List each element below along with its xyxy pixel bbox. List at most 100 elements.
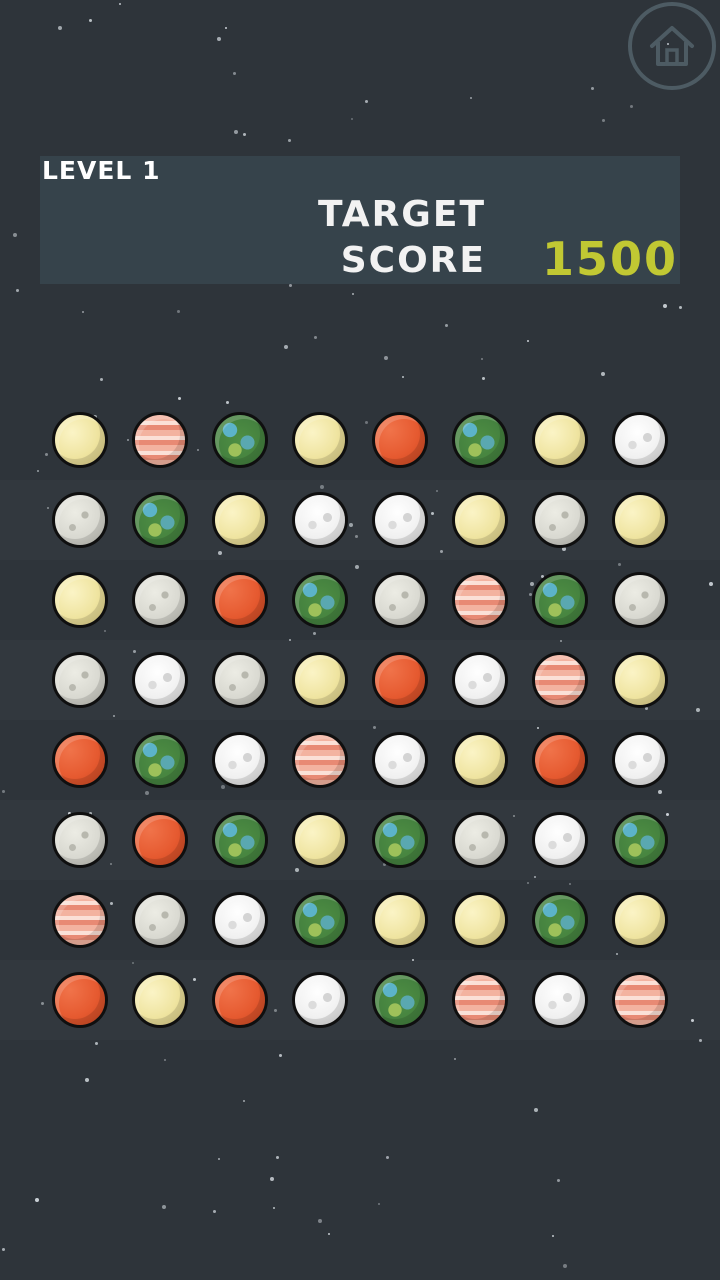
star <box>454 1058 456 1060</box>
ice-planet-icon[interactable] <box>532 972 588 1028</box>
star <box>534 1108 538 1112</box>
star <box>402 376 404 378</box>
star <box>557 1179 560 1182</box>
star <box>378 1203 380 1205</box>
ice-planet-icon[interactable] <box>292 492 348 548</box>
star <box>279 1054 282 1057</box>
sand-planet-icon[interactable] <box>292 812 348 868</box>
sand-planet-icon[interactable] <box>52 572 108 628</box>
ice-planet-icon[interactable] <box>532 812 588 868</box>
mars-planet-icon[interactable] <box>52 732 108 788</box>
sand-planet-icon[interactable] <box>452 492 508 548</box>
sand-planet-icon[interactable] <box>452 732 508 788</box>
ice-planet-icon[interactable] <box>452 652 508 708</box>
sand-planet-icon[interactable] <box>372 892 428 948</box>
gas-giant-planet-icon[interactable] <box>452 572 508 628</box>
board-row <box>0 880 720 960</box>
earth-planet-icon[interactable] <box>532 892 588 948</box>
gas-giant-planet-icon[interactable] <box>452 972 508 1028</box>
gray-moon-icon[interactable] <box>52 812 108 868</box>
star <box>630 105 633 108</box>
gas-giant-planet-icon[interactable] <box>52 892 108 948</box>
board-row <box>0 960 720 1040</box>
earth-planet-icon[interactable] <box>452 412 508 468</box>
star <box>352 293 354 295</box>
earth-planet-icon[interactable] <box>612 812 668 868</box>
sand-planet-icon[interactable] <box>292 652 348 708</box>
star <box>225 27 227 29</box>
star <box>552 1235 554 1237</box>
sand-planet-icon[interactable] <box>612 652 668 708</box>
earth-planet-icon[interactable] <box>292 572 348 628</box>
earth-planet-icon[interactable] <box>212 412 268 468</box>
gray-moon-icon[interactable] <box>52 652 108 708</box>
gas-giant-planet-icon[interactable] <box>292 732 348 788</box>
earth-planet-icon[interactable] <box>372 972 428 1028</box>
mars-planet-icon[interactable] <box>212 572 268 628</box>
mars-planet-icon[interactable] <box>532 732 588 788</box>
gray-moon-icon[interactable] <box>372 572 428 628</box>
target-score-label: TARGET SCORE <box>317 194 486 281</box>
sand-planet-icon[interactable] <box>52 412 108 468</box>
board-row <box>0 480 720 560</box>
earth-planet-icon[interactable] <box>372 812 428 868</box>
sand-planet-icon[interactable] <box>212 492 268 548</box>
star <box>276 1156 279 1159</box>
mars-planet-icon[interactable] <box>132 812 188 868</box>
star <box>563 1264 567 1268</box>
home-button[interactable] <box>628 2 716 90</box>
mars-planet-icon[interactable] <box>372 412 428 468</box>
mars-planet-icon[interactable] <box>52 972 108 1028</box>
star <box>82 311 84 313</box>
earth-planet-icon[interactable] <box>292 892 348 948</box>
star <box>16 289 19 292</box>
ice-planet-icon[interactable] <box>372 732 428 788</box>
gray-moon-icon[interactable] <box>212 652 268 708</box>
star <box>234 130 238 134</box>
ice-planet-icon[interactable] <box>612 412 668 468</box>
mars-planet-icon[interactable] <box>372 652 428 708</box>
earth-planet-icon[interactable] <box>532 572 588 628</box>
gas-giant-planet-icon[interactable] <box>532 652 588 708</box>
ice-planet-icon[interactable] <box>132 652 188 708</box>
star <box>289 284 292 287</box>
target-score-value: 1500 <box>541 232 678 286</box>
star <box>679 306 682 309</box>
star <box>243 133 246 136</box>
sand-planet-icon[interactable] <box>612 492 668 548</box>
board-row <box>0 800 720 880</box>
mars-planet-icon[interactable] <box>212 972 268 1028</box>
gray-moon-icon[interactable] <box>532 492 588 548</box>
sand-planet-icon[interactable] <box>612 892 668 948</box>
ice-planet-icon[interactable] <box>372 492 428 548</box>
earth-planet-icon[interactable] <box>132 732 188 788</box>
ice-planet-icon[interactable] <box>612 732 668 788</box>
sand-planet-icon[interactable] <box>452 892 508 948</box>
star <box>601 372 605 376</box>
star <box>328 1233 330 1235</box>
star <box>365 100 368 103</box>
gas-giant-planet-icon[interactable] <box>132 412 188 468</box>
earth-planet-icon[interactable] <box>212 812 268 868</box>
board-row <box>0 640 720 720</box>
gray-moon-icon[interactable] <box>132 572 188 628</box>
star <box>288 139 291 142</box>
star <box>95 1042 98 1045</box>
star <box>591 87 594 90</box>
gray-moon-icon[interactable] <box>132 892 188 948</box>
sand-planet-icon[interactable] <box>292 412 348 468</box>
board-row <box>0 720 720 800</box>
ice-planet-icon[interactable] <box>212 732 268 788</box>
sand-planet-icon[interactable] <box>132 972 188 1028</box>
gas-giant-planet-icon[interactable] <box>612 972 668 1028</box>
sand-planet-icon[interactable] <box>532 412 588 468</box>
gray-moon-icon[interactable] <box>612 572 668 628</box>
gray-moon-icon[interactable] <box>452 812 508 868</box>
score-panel: LEVEL 1 TARGET SCORE 1500 <box>40 156 680 284</box>
ice-planet-icon[interactable] <box>212 892 268 948</box>
gray-moon-icon[interactable] <box>52 492 108 548</box>
star <box>386 1156 389 1159</box>
star <box>162 1205 166 1209</box>
ice-planet-icon[interactable] <box>292 972 348 1028</box>
earth-planet-icon[interactable] <box>132 492 188 548</box>
